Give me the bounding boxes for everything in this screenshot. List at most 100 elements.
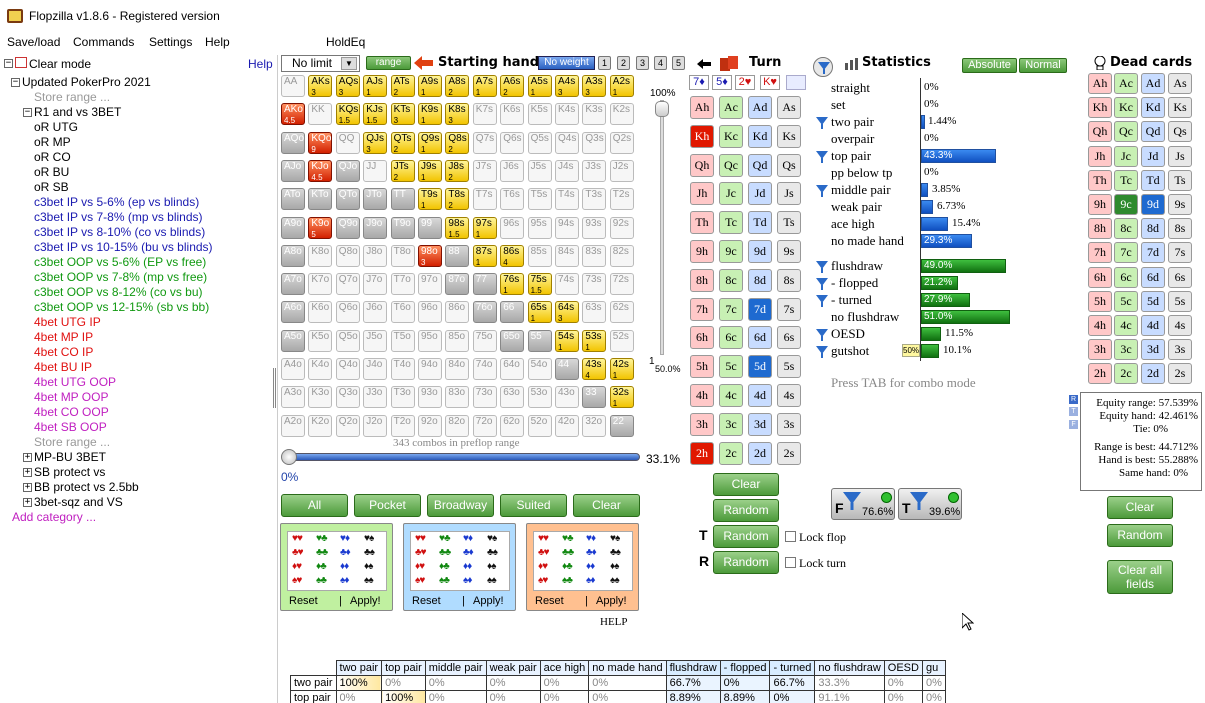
weight-3-button[interactable]: 3 — [636, 56, 649, 70]
hand-cell[interactable]: T5o — [390, 329, 415, 352]
menu-help[interactable]: Help — [205, 35, 230, 49]
hand-cell[interactable]: JTo — [363, 188, 388, 211]
tree-range-item[interactable]: oR BU — [34, 165, 69, 180]
tree-range-item[interactable]: 4bet MP IP — [34, 330, 93, 345]
hand-cell[interactable]: 86o — [445, 301, 470, 324]
hand-cell[interactable]: J5o — [363, 329, 388, 352]
dead-card-2h[interactable]: 2h — [1088, 363, 1112, 385]
hand-cell[interactable]: TT — [390, 188, 415, 211]
hand-cell[interactable]: A3o — [281, 386, 305, 409]
hand-cell[interactable]: J6s — [500, 159, 525, 182]
hand-cell[interactable]: QTo — [335, 188, 360, 211]
weight-slider-thumb[interactable] — [655, 101, 669, 117]
board-card-6s[interactable]: 6s — [777, 326, 801, 350]
board-card-Kd[interactable]: Kd — [748, 124, 772, 148]
board-random-button[interactable]: Random — [713, 499, 779, 522]
hand-cell[interactable]: K8o — [308, 244, 333, 267]
hand-cell[interactable]: A7o — [281, 273, 305, 296]
tree-group-r1[interactable]: R1 and vs 3BET — [34, 105, 121, 120]
hand-cell[interactable]: T8s 2 — [445, 188, 470, 211]
hand-cell[interactable]: 87o — [445, 273, 470, 296]
suit-combo-grid[interactable]: ♥♥ ♥♣ ♥♦ ♥♠ ♣♥ ♣♣ ♣♦ ♣♠ ♦♥ ♦♣ ♦♦ ♦♠ ♠♥ ♠♣ ♠♦ ♠♠ — [410, 531, 510, 591]
hand-cell[interactable]: Q3o — [335, 386, 360, 409]
hand-cell[interactable]: KJo 4.5 — [308, 159, 333, 182]
board-card-Jd[interactable]: Jd — [748, 182, 772, 206]
weight-2-button[interactable]: 2 — [617, 56, 630, 70]
hand-cell[interactable]: AQo — [281, 131, 305, 154]
board-card-As[interactable]: As — [777, 96, 801, 119]
hand-cell[interactable]: 73s — [582, 273, 607, 296]
board-card-2c[interactable]: 2c — [719, 441, 743, 465]
dead-card-Qh[interactable]: Qh — [1088, 121, 1112, 143]
board-card-7h[interactable]: 7h — [690, 297, 714, 321]
hand-cell[interactable]: K4s — [555, 103, 579, 126]
hand-cell[interactable]: 96s — [500, 216, 525, 239]
hand-cell[interactable]: AKo 4.5 — [281, 103, 305, 126]
hand-cell[interactable]: T2s — [609, 188, 634, 211]
hand-cell[interactable]: 86s 4 — [500, 244, 525, 267]
clear-all-fields-button[interactable]: Clear all fields — [1107, 560, 1173, 594]
hand-cell[interactable]: K5o — [308, 329, 333, 352]
arrow-left-icon[interactable] — [697, 58, 711, 69]
suited-button[interactable]: Suited — [500, 494, 567, 517]
dead-card-7d[interactable]: 7d — [1141, 242, 1165, 264]
hand-cell[interactable]: 42o — [555, 414, 579, 437]
hand-cell[interactable]: T4o — [390, 358, 415, 380]
dead-card-Ac[interactable]: Ac — [1114, 73, 1138, 94]
hand-cell[interactable]: 93s — [582, 216, 607, 239]
hand-cell[interactable]: AA — [281, 75, 305, 97]
tree-range-item[interactable]: 4bet SB OOP — [34, 420, 107, 435]
board-card-8s[interactable]: 8s — [777, 268, 801, 292]
menu-settings[interactable]: Settings — [149, 35, 192, 49]
hand-cell[interactable]: T8o — [390, 244, 415, 267]
hand-cell[interactable]: A6o — [281, 301, 305, 324]
board-card-6c[interactable]: 6c — [719, 326, 743, 350]
hand-cell[interactable]: K5s — [527, 103, 552, 126]
dead-card-5d[interactable]: 5d — [1141, 290, 1165, 312]
hand-cell[interactable]: 99 — [418, 216, 442, 239]
hand-cell[interactable]: 84s — [555, 244, 579, 267]
river-card-slot[interactable] — [786, 75, 806, 90]
board-card-7s[interactable]: 7s — [777, 297, 801, 321]
hand-cell[interactable]: J8s 2 — [445, 159, 470, 182]
turn-filter-button[interactable]: T 39.6% — [898, 488, 962, 520]
filter-icon[interactable] — [816, 261, 828, 273]
lock-turn-checkbox[interactable] — [785, 557, 796, 568]
board-card-3d[interactable]: 3d — [748, 412, 772, 436]
hand-cell[interactable]: K3o — [308, 386, 333, 409]
hand-cell[interactable]: 22 — [609, 414, 634, 437]
board-card-2h[interactable]: 2h — [690, 441, 714, 465]
tree-range-item[interactable]: oR UTG — [34, 120, 78, 135]
dead-card-Td[interactable]: Td — [1141, 169, 1165, 191]
hand-cell[interactable]: JJ — [363, 159, 388, 182]
collapse-icon[interactable]: − — [4, 59, 13, 68]
dead-card-Jh[interactable]: Jh — [1088, 145, 1112, 167]
tree-range-item[interactable]: 4bet CO IP — [34, 345, 93, 360]
dead-card-5c[interactable]: 5c — [1114, 290, 1138, 312]
dead-card-8d[interactable]: 8d — [1141, 218, 1165, 240]
hand-cell[interactable]: Q8o — [335, 244, 360, 267]
dead-card-3s[interactable]: 3s — [1168, 339, 1192, 361]
flop-card-1[interactable]: 7♦ — [689, 75, 709, 90]
board-card-8c[interactable]: 8c — [719, 268, 743, 292]
hand-cell[interactable]: K3s — [582, 103, 607, 126]
hand-cell[interactable]: T6o — [390, 301, 415, 324]
hand-cell[interactable]: AKs 3 — [308, 75, 333, 97]
dead-card-As[interactable]: As — [1168, 73, 1192, 94]
add-category[interactable]: Add category ... — [12, 510, 96, 525]
board-card-4h[interactable]: 4h — [690, 384, 714, 407]
hand-cell[interactable]: 74s — [555, 273, 579, 296]
hand-cell[interactable]: K8s 3 — [445, 103, 470, 126]
hand-cell[interactable]: 97s 1 — [472, 216, 497, 239]
board-card-Jh[interactable]: Jh — [690, 182, 714, 206]
board-card-Qc[interactable]: Qc — [719, 153, 743, 177]
hand-cell[interactable]: 75s 1.5 — [527, 273, 552, 296]
hand-cell[interactable]: K9o 5 — [308, 216, 333, 239]
board-card-4s[interactable]: 4s — [777, 384, 801, 407]
hand-cell[interactable]: 53o — [527, 386, 552, 409]
hand-cell[interactable]: J3s — [582, 159, 607, 182]
tree-range-item[interactable]: c3bet OOP vs 8-12% (co vs bu) — [34, 285, 203, 300]
hand-cell[interactable]: T3o — [390, 386, 415, 409]
dead-card-Kd[interactable]: Kd — [1141, 97, 1165, 119]
hand-cell[interactable]: 98s 1.5 — [445, 216, 470, 239]
